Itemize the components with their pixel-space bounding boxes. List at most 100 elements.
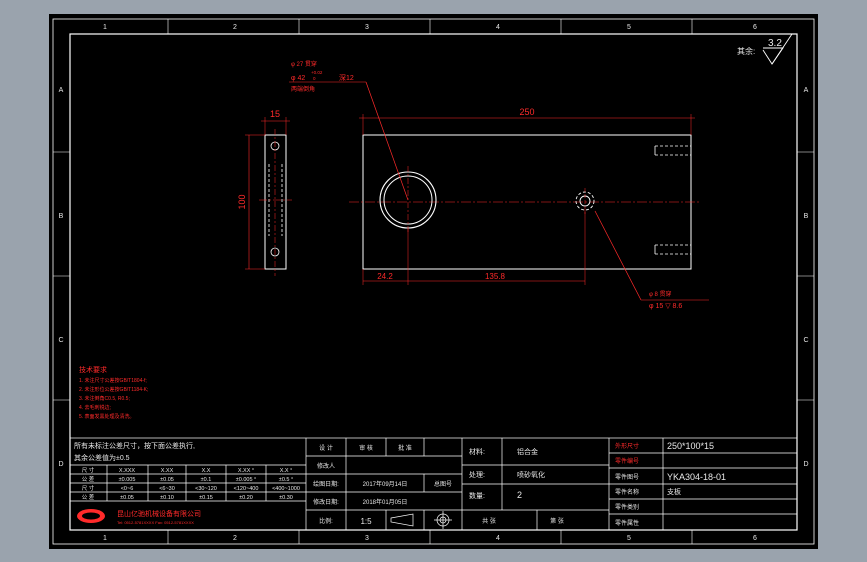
tech-requirements: 技术要求 1. 未注尺寸公差按GB/T1804-f; 2. 未注形位公差按GB/… [79,365,148,420]
company-logo [77,509,105,523]
revision-date-value: 2018年01月05日 [363,498,408,506]
zone-label-left-d: D [58,461,63,468]
quantity-value: 2 [517,490,522,500]
tol-r3-5: ±0.30 [279,495,293,501]
tol-r3-1: ±0.05 [120,495,134,501]
front-view [289,81,709,301]
part-size-label: 外形尺寸 [615,442,639,450]
tech-req-item-1: 1. 未注尺寸公差按GB/T1804-f; [79,377,147,384]
drawing-date-label: 绘图日期: [313,480,339,488]
treatment-value: 喷砂氧化 [517,470,545,479]
tol-r2-2: <6~30 [159,486,175,492]
tol-header-0: 尺 寸 [82,466,95,474]
tol-r3-2: ±0.10 [160,495,174,501]
tol-r1-1: ±0.005 [119,477,136,483]
zone-label-bottom-1: 1 [103,535,107,542]
company-contact: Tel: 0512-5781XXXX Fax: 0512-5781XXXX [117,520,194,525]
zone-label-top-2: 2 [233,24,237,31]
zone-label-bottom-2: 2 [233,535,237,542]
callout-small-hole-through: φ 8 贯穿 [649,290,672,298]
zone-label-bottom-3: 3 [365,535,369,542]
zone-label-top-4: 4 [496,24,500,31]
tol-header-3: X.X [202,468,211,474]
scale-label: 比例: [319,517,333,525]
zone-label-top-6: 6 [753,24,757,31]
tolerance-note-line-2: 其余公差值为±0.5 [74,453,130,462]
tolerance-note-line-1: 所有未标注公差尺寸，按下面公差执行, [74,441,195,450]
callout-large-hole-tol-upper: +0.02 [311,70,323,75]
callout-large-hole-chamfer: 两端倒角 [291,85,315,93]
roughness-value: 3.2 [768,38,782,49]
tol-header-1: X.XXX [119,468,136,474]
zone-label-right-b: B [804,213,809,220]
tol-r1-2: ±0.05 [160,477,174,483]
dim-offset-1: 24.2 [377,272,393,281]
tol-r2-0: 尺 寸 [82,484,95,492]
tech-req-item-5: 5. 表面发黑处理及清洗。 [79,413,135,420]
tech-req-item-4: 4. 去毛刺锐边; [79,404,111,411]
zone-label-left-b: B [59,213,64,220]
drawing-sheet: 1 2 3 4 5 6 1 2 3 4 5 6 A B C D A B C D … [49,14,818,549]
revision-date-label: 修改日期: [313,498,339,506]
callout-large-hole-tol-lower: 0 [313,76,316,81]
company-name: 昆山亿驰机械设备有限公司 [117,509,201,518]
sheet-index: 第 张 [550,517,564,525]
side-view [245,117,292,276]
tol-r2-5: <400~1000 [272,486,300,492]
tol-r2-3: <30~120 [195,486,217,492]
tol-r1-4: ±0.005 ° [236,477,257,483]
tol-header-5: X.X ° [280,468,293,474]
part-name-value: 支板 [667,487,681,496]
assembly-number-label: 总图号 [434,480,452,488]
sign-modifier-label: 修改人 [317,462,335,470]
projection-symbol-icon [390,511,452,529]
treatment-label: 处理: [469,470,485,479]
zone-label-top-1: 1 [103,24,107,31]
dim-overall-length: 250 [519,107,534,117]
roughness-label: 其余: [737,46,755,56]
tol-r1-3: ±0.1 [201,477,212,483]
tol-r1-5: ±0.5 ° [279,477,293,483]
tech-req-item-3: 3. 未注倒角C0.5, R0.5; [79,395,130,402]
zone-label-bottom-4: 4 [496,535,500,542]
material-value: 铝合金 [517,447,538,456]
sign-reviewer-label: 审 核 [359,444,373,452]
tol-r3-0: 公 差 [82,493,95,501]
dim-offset-2: 135.8 [485,272,506,281]
sign-approver-label: 批 准 [398,444,412,452]
material-label: 材料: [469,447,485,456]
quantity-label: 数量: [469,491,485,500]
part-size-value: 250*100*15 [667,441,714,451]
drawing-number-label: 零件图号 [615,473,639,481]
inner-frame [69,33,798,531]
zone-label-right-c: C [803,337,808,344]
part-name-label: 零件名称 [615,488,639,496]
zone-label-top-3: 3 [365,24,369,31]
part-category-label: 零件类别 [615,503,639,511]
drawing-number-value: YKA304-18-01 [667,472,726,482]
zone-label-right-d: D [803,461,808,468]
dim-side-width: 15 [270,109,280,119]
zone-label-bottom-5: 5 [627,535,631,542]
callout-large-hole-counterbore: φ 42 [291,75,305,82]
zone-label-left-c: C [58,337,63,344]
tol-header-4: X.XX ° [238,468,254,474]
callout-large-hole-depth: 深12 [339,73,354,82]
tolerance-table: 尺 寸 X.XXX X.XX X.X X.XX ° X.X ° 公 差 ±0.0… [82,466,300,501]
part-number-label: 零件编号 [615,457,639,465]
sheet-total: 共 张 [482,517,496,525]
zone-label-left-a: A [59,87,64,94]
tech-req-item-2: 2. 未注形位公差按GB/T1184-K; [79,386,148,393]
drawing-date-value: 2017年09月14日 [363,480,408,488]
zone-label-top-5: 5 [627,24,631,31]
tol-r2-1: <0~6 [121,486,134,492]
zone-label-bottom-6: 6 [753,535,757,542]
tol-header-2: X.XX [161,468,174,474]
part-attribute-label: 零件属性 [615,519,639,527]
tol-r2-4: <120~400 [234,486,259,492]
tech-req-title: 技术要求 [79,365,107,374]
tol-r3-3: ±0.15 [199,495,213,501]
cad-drawing: 1 2 3 4 5 6 1 2 3 4 5 6 A B C D A B C D … [52,18,815,545]
tol-r1-0: 公 差 [82,475,95,483]
callout-large-hole-through: φ 27 贯穿 [291,60,317,68]
